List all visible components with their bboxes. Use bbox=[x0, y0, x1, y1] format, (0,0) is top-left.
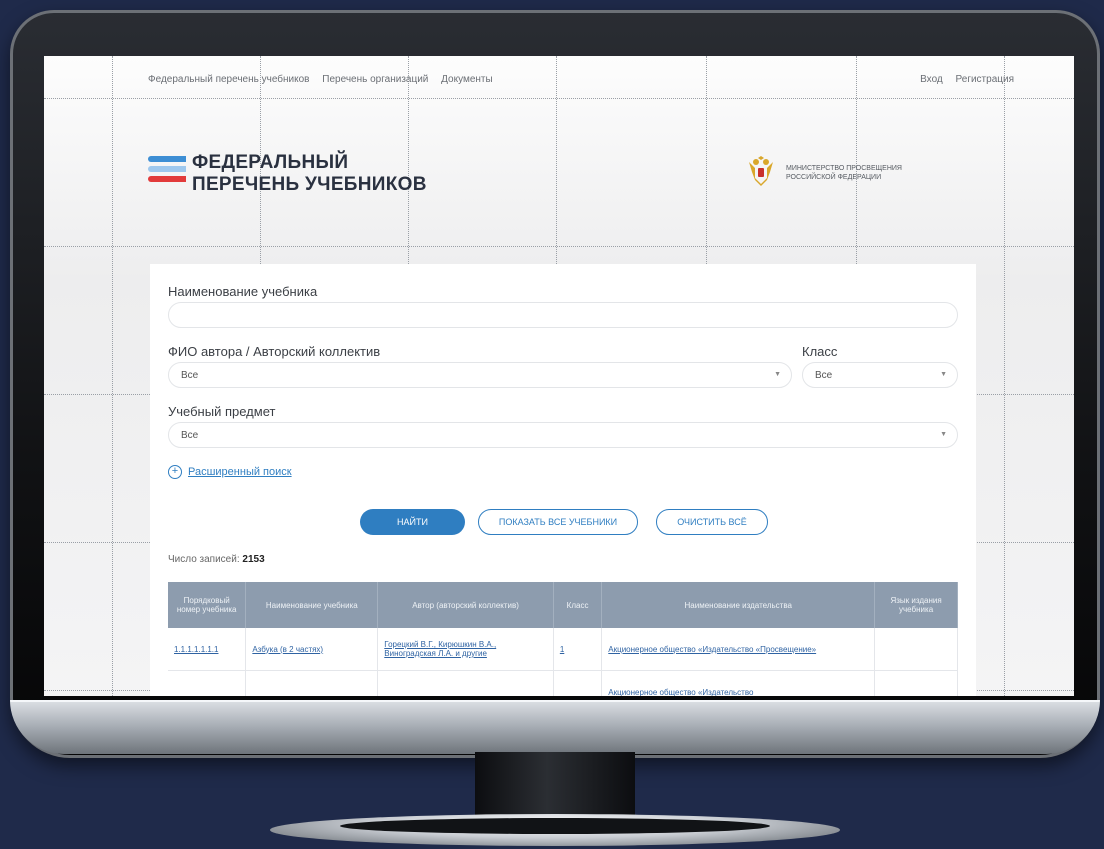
nav-link-documents[interactable]: Документы bbox=[441, 74, 493, 85]
grade-select[interactable]: Все ▼ bbox=[802, 362, 958, 388]
records-count-label: Число записей: bbox=[168, 554, 240, 565]
grade-select-value: Все bbox=[815, 370, 833, 381]
table-row[interactable]: 1.1.1.1.1.1.1 Азбука (в 2 частях) Горецк… bbox=[168, 628, 958, 671]
nav-link-organizations[interactable]: Перечень организаций bbox=[322, 74, 428, 85]
register-link[interactable]: Регистрация bbox=[956, 74, 1014, 85]
ministry-line-1: МИНИСТЕРСТВО ПРОСВЕЩЕНИЯ bbox=[786, 165, 902, 172]
column-header-grade[interactable]: Класс bbox=[553, 582, 603, 628]
screen: Федеральный перечень учебников Перечень … bbox=[44, 56, 1074, 696]
cell-author[interactable] bbox=[377, 670, 554, 696]
ministry-logo[interactable]: МИНИСТЕРСТВО ПРОСВЕЩЕНИЯ РОССИЙСКОЙ ФЕДЕ… bbox=[746, 156, 946, 192]
cell-language bbox=[874, 628, 958, 671]
logo-stripe bbox=[148, 156, 186, 162]
column-header-title[interactable]: Наименование учебника bbox=[245, 582, 379, 628]
guide-line bbox=[112, 56, 113, 696]
author-label: ФИО автора / Авторский коллектив bbox=[168, 344, 381, 359]
logo-line-1: ФЕДЕРАЛЬНЫЙ bbox=[192, 152, 349, 173]
cell-grade[interactable]: 1 bbox=[553, 628, 603, 671]
table-header-row: Порядковый номер учебника Наименование у… bbox=[168, 582, 958, 628]
monitor-stand-base-shadow bbox=[340, 818, 770, 834]
subject-select-value: Все bbox=[181, 430, 199, 441]
logo-stripes-icon bbox=[148, 156, 186, 184]
cell-number[interactable] bbox=[168, 670, 247, 696]
monitor-stand bbox=[475, 752, 635, 822]
ministry-text: МИНИСТЕРСТВО ПРОСВЕЩЕНИЯ РОССИЙСКОЙ ФЕДЕ… bbox=[786, 164, 936, 182]
author-select-value: Все bbox=[181, 370, 199, 381]
cell-number[interactable]: 1.1.1.1.1.1.1 bbox=[168, 628, 247, 671]
advanced-search-label: Расширенный поиск bbox=[188, 466, 292, 478]
subject-label: Учебный предмет bbox=[168, 404, 276, 419]
records-count: Число записей: 2153 bbox=[168, 554, 265, 565]
cell-publisher[interactable]: Акционерное общество «Издательство bbox=[601, 670, 876, 696]
records-count-value: 2153 bbox=[242, 554, 265, 565]
textbook-title-label: Наименование учебника bbox=[168, 284, 318, 299]
ministry-line-2: РОССИЙСКОЙ ФЕДЕРАЦИИ bbox=[786, 174, 882, 181]
monitor-chin bbox=[10, 700, 1100, 754]
top-bar: Федеральный перечень учебников Перечень … bbox=[44, 68, 1074, 90]
find-button[interactable]: НАЙТИ bbox=[360, 509, 465, 535]
cell-author[interactable]: Горецкий В.Г., Кирюшкин В.А., Виноградск… bbox=[377, 628, 554, 671]
chevron-down-icon: ▼ bbox=[940, 431, 947, 438]
guide-line bbox=[44, 246, 1074, 247]
cell-publisher[interactable]: Акционерное общество «Издательство «Прос… bbox=[601, 628, 876, 671]
cell-title[interactable]: Азбука (в 2 частях) bbox=[245, 628, 379, 671]
textbook-title-input[interactable] bbox=[168, 302, 958, 328]
login-link[interactable]: Вход bbox=[920, 74, 943, 85]
cell-language bbox=[874, 670, 958, 696]
clear-all-button[interactable]: ОЧИСТИТЬ ВСЁ bbox=[656, 509, 768, 535]
table-row[interactable]: Акционерное общество «Издательство bbox=[168, 670, 958, 696]
advanced-search-link[interactable]: + Расширенный поиск bbox=[168, 465, 292, 479]
chevron-down-icon: ▼ bbox=[774, 371, 781, 378]
chevron-down-icon: ▼ bbox=[940, 371, 947, 378]
cell-grade[interactable] bbox=[553, 670, 603, 696]
results-table: Порядковый номер учебника Наименование у… bbox=[168, 582, 958, 696]
guide-line bbox=[44, 98, 1074, 99]
show-all-textbooks-button[interactable]: ПОКАЗАТЬ ВСЕ УЧЕБНИКИ bbox=[478, 509, 638, 535]
guide-line bbox=[1004, 56, 1005, 696]
author-select[interactable]: Все ▼ bbox=[168, 362, 792, 388]
grade-label: Класс bbox=[802, 344, 838, 359]
top-nav: Федеральный перечень учебников Перечень … bbox=[148, 74, 503, 85]
column-header-publisher[interactable]: Наименование издательства bbox=[601, 582, 876, 628]
column-header-author[interactable]: Автор (авторский коллектив) bbox=[377, 582, 554, 628]
logo-stripe bbox=[148, 166, 186, 172]
logo-line-2: ПЕРЕЧЕНЬ УЧЕБНИКОВ bbox=[192, 174, 427, 195]
nav-link-textbooks[interactable]: Федеральный перечень учебников bbox=[148, 74, 310, 85]
cell-title[interactable] bbox=[245, 670, 379, 696]
logo-stripe bbox=[148, 176, 186, 182]
subject-select[interactable]: Все ▼ bbox=[168, 422, 958, 448]
double-headed-eagle-emblem-icon bbox=[749, 156, 773, 186]
plus-circle-icon: + bbox=[168, 465, 182, 479]
auth-links: Вход Регистрация bbox=[910, 74, 1014, 85]
logo-text: ФЕДЕРАЛЬНЫЙ ПЕРЕЧЕНЬ УЧЕБНИКОВ bbox=[192, 152, 452, 196]
column-header-language[interactable]: Язык издания учебника bbox=[874, 582, 958, 628]
search-panel: Наименование учебника ФИО автора / Автор… bbox=[150, 264, 976, 696]
column-header-number[interactable]: Порядковый номер учебника bbox=[168, 582, 247, 628]
